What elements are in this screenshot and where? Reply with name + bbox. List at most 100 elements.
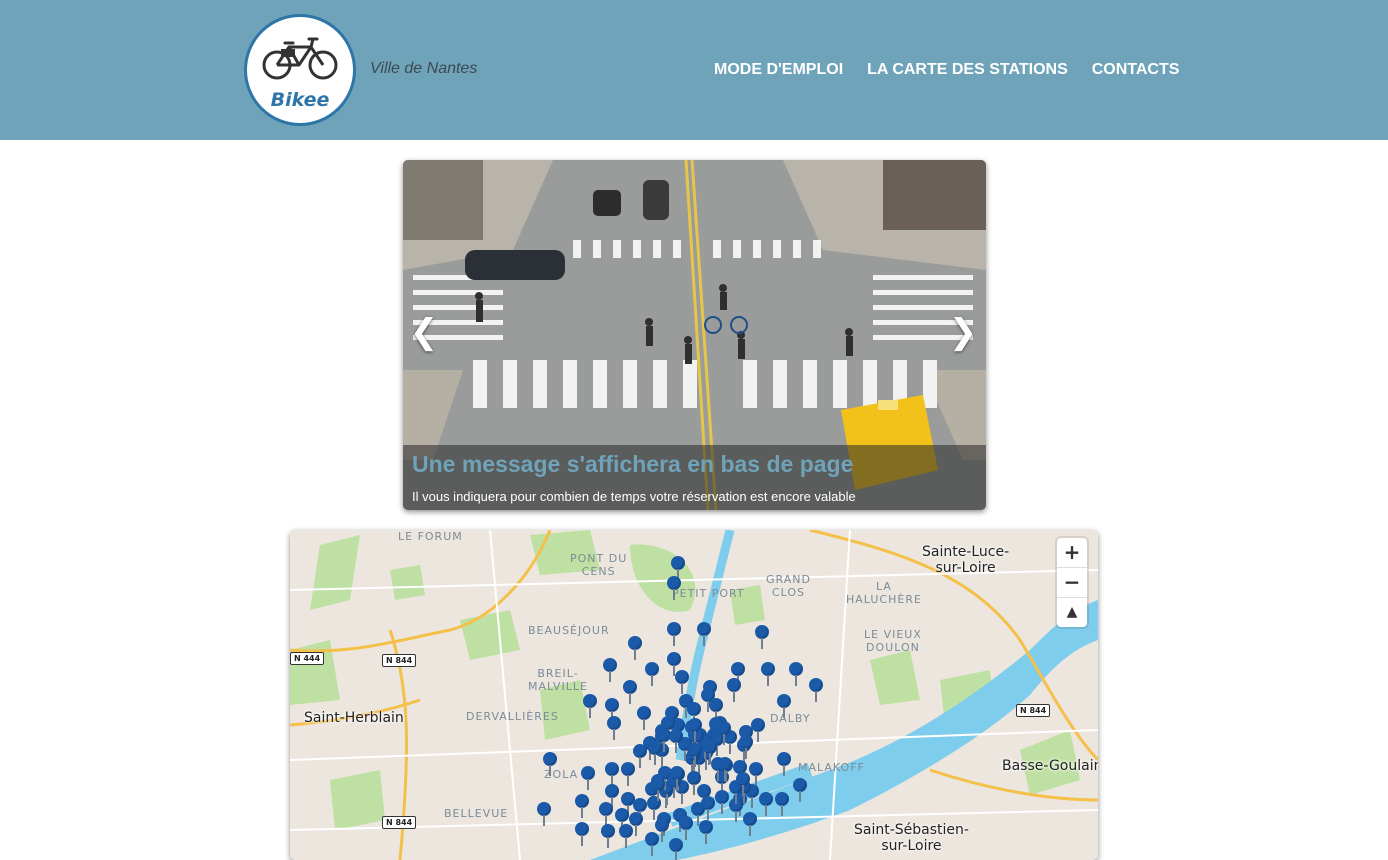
- station-marker[interactable]: [775, 792, 789, 816]
- place-le-forum: LE FORUM: [398, 530, 463, 543]
- station-marker[interactable]: [699, 820, 713, 844]
- pin-stem: [721, 803, 723, 814]
- station-marker[interactable]: [717, 721, 732, 746]
- map-pin-icon: [789, 662, 803, 676]
- station-marker[interactable]: [669, 838, 683, 860]
- station-marker[interactable]: [581, 766, 595, 790]
- map-pin-icon: [537, 802, 551, 816]
- station-marker[interactable]: [675, 670, 689, 694]
- station-marker[interactable]: [697, 622, 711, 646]
- map-pin-icon: [727, 678, 741, 692]
- place-dervallieres: DERVALLIÈRES: [466, 710, 559, 723]
- place-bellevue: BELLEVUE: [444, 807, 509, 820]
- caption-title: Une message s'affichera en bas de page: [412, 451, 854, 477]
- station-marker[interactable]: [727, 678, 741, 702]
- carousel-next-button[interactable]: ❯: [948, 312, 978, 352]
- station-marker[interactable]: [543, 752, 557, 776]
- pin-stem: [761, 638, 763, 649]
- station-marker[interactable]: [667, 576, 681, 600]
- pin-stem: [653, 753, 656, 765]
- station-marker[interactable]: [599, 802, 613, 826]
- station-marker[interactable]: [628, 636, 642, 660]
- station-marker[interactable]: [743, 812, 757, 836]
- pin-stem: [661, 831, 663, 842]
- station-marker[interactable]: [777, 752, 791, 776]
- station-marker[interactable]: [761, 662, 775, 686]
- pin-stem: [729, 743, 731, 754]
- pin-stem: [734, 792, 737, 804]
- station-marker[interactable]: [751, 718, 765, 742]
- pin-stem: [662, 740, 665, 752]
- map-pin-icon: [755, 625, 769, 639]
- station-marker[interactable]: [670, 765, 685, 790]
- station-marker[interactable]: [738, 734, 753, 759]
- station-marker[interactable]: [603, 658, 617, 682]
- station-marker[interactable]: [735, 772, 750, 797]
- place-le-vieux-doulon: LE VIEUX DOULON: [864, 628, 922, 654]
- zoom-in-button[interactable]: +: [1057, 538, 1087, 568]
- station-marker[interactable]: [717, 756, 732, 781]
- map-pin-icon: [607, 716, 621, 730]
- station-marker[interactable]: [619, 824, 633, 848]
- station-marker[interactable]: [575, 794, 589, 818]
- station-marker[interactable]: [759, 792, 773, 816]
- station-marker[interactable]: [686, 770, 701, 795]
- station-marker[interactable]: [637, 706, 651, 730]
- station-marker[interactable]: [809, 678, 823, 702]
- pin-stem: [675, 741, 678, 753]
- station-marker[interactable]: [715, 790, 729, 814]
- station-marker[interactable]: [671, 556, 685, 580]
- map-pin-icon: [717, 756, 732, 771]
- map-pin-icon: [671, 556, 685, 570]
- map-pin-icon: [605, 762, 619, 776]
- carousel-caption: Une message s'affichera en bas de page I…: [403, 445, 986, 510]
- station-marker[interactable]: [701, 796, 715, 820]
- pin-stem: [685, 829, 687, 840]
- station-marker[interactable]: [575, 822, 589, 846]
- station-marker[interactable]: [583, 694, 597, 718]
- station-marker[interactable]: [669, 728, 684, 753]
- map-pin-icon: [619, 824, 633, 838]
- station-marker[interactable]: [667, 622, 681, 646]
- bikee-logo[interactable]: Bikee: [244, 14, 356, 126]
- station-marker[interactable]: [605, 762, 619, 786]
- station-marker[interactable]: [623, 680, 637, 704]
- station-marker[interactable]: [679, 816, 693, 840]
- station-marker[interactable]: [688, 742, 703, 767]
- nav-carte-stations[interactable]: LA CARTE DES STATIONS: [867, 61, 1068, 79]
- road-n844-shield: N 844: [1016, 704, 1051, 717]
- station-marker[interactable]: [650, 776, 665, 801]
- nav-mode-emploi[interactable]: MODE D'EMPLOI: [714, 61, 843, 79]
- map-pin-icon: [688, 718, 703, 733]
- pin-stem: [795, 675, 797, 686]
- stations-map[interactable]: LE FORUM PONT DU CENS PETIT PORT GRAND C…: [290, 530, 1098, 860]
- nav-contacts[interactable]: CONTACTS: [1092, 61, 1180, 79]
- map-pin-icon: [793, 778, 807, 792]
- map-pin-icon: [670, 765, 685, 780]
- station-marker[interactable]: [601, 824, 615, 848]
- station-marker[interactable]: [749, 762, 763, 786]
- caption-text: Il vous indiquera pour combien de temps …: [412, 489, 856, 504]
- station-marker[interactable]: [607, 716, 621, 740]
- station-marker[interactable]: [647, 740, 662, 765]
- map-pin-icon: [647, 740, 662, 755]
- pin-stem: [681, 683, 683, 694]
- station-marker[interactable]: [688, 718, 703, 743]
- station-marker[interactable]: [537, 802, 551, 826]
- station-marker[interactable]: [645, 832, 659, 856]
- station-marker[interactable]: [755, 625, 769, 649]
- station-marker[interactable]: [777, 694, 791, 718]
- compass-button[interactable]: ▲: [1057, 598, 1087, 627]
- map-pin-icon: [667, 576, 681, 590]
- map-pin-icon: [709, 698, 723, 712]
- zoom-out-button[interactable]: −: [1057, 568, 1087, 598]
- chevron-left-icon: ❮: [409, 312, 439, 352]
- station-marker[interactable]: [793, 778, 807, 802]
- carousel-prev-button[interactable]: ❮: [409, 312, 439, 352]
- station-marker[interactable]: [789, 662, 803, 686]
- station-marker[interactable]: [645, 662, 659, 686]
- pin-stem: [744, 747, 747, 759]
- map-pin-icon: [667, 652, 681, 666]
- pin-stem: [651, 675, 653, 686]
- pin-stem: [625, 837, 627, 848]
